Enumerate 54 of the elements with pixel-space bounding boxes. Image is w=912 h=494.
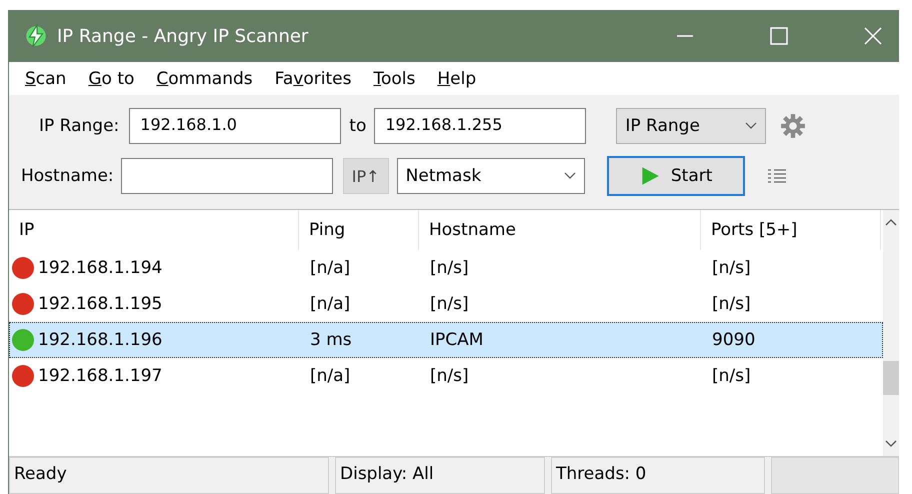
menu-item[interactable]: Scan: [25, 68, 66, 88]
table-cell: 192.168.1.196: [38, 330, 162, 350]
input-field[interactable]: [120, 158, 333, 194]
menu-item[interactable]: Favorites: [274, 68, 352, 88]
window-title: IP Range - Angry IP Scanner: [57, 26, 310, 46]
close-icon[interactable]: [863, 26, 883, 46]
column-header[interactable]: IP: [9, 210, 299, 250]
status-text: Display: All: [335, 457, 545, 494]
table-cell: 9090: [712, 330, 756, 350]
menu-item[interactable]: Commands: [156, 68, 253, 88]
table-cell: [n/s]: [712, 258, 751, 278]
maximize-icon[interactable]: [769, 26, 789, 46]
scroll-down-icon[interactable]: [885, 440, 897, 448]
menu-item[interactable]: Help: [437, 68, 476, 88]
scrollbar[interactable]: [883, 210, 899, 456]
start-button[interactable]: Start: [606, 156, 745, 196]
table-row[interactable]: 192.168.1.196 3 ms IPCAM 9090: [9, 322, 883, 358]
caret-icon: [745, 122, 758, 130]
scroll-up-icon[interactable]: [885, 218, 897, 226]
status-text: Ready: [9, 457, 329, 494]
column-header[interactable]: Ports [5+]: [701, 210, 881, 250]
field-label: to: [349, 116, 366, 136]
input-field[interactable]: 192.168.1.255: [374, 108, 586, 144]
list-icon[interactable]: [766, 168, 787, 184]
table-cell: [n/a]: [310, 294, 350, 314]
caret-icon: [564, 172, 576, 180]
table-cell: [n/s]: [430, 258, 469, 278]
table-row[interactable]: 192.168.1.197 [n/a] [n/s] [n/s]: [9, 358, 883, 394]
dropdown[interactable]: IP Range: [616, 108, 766, 144]
table-cell: [n/s]: [712, 366, 751, 386]
sort-button[interactable]: IP↑: [342, 158, 389, 194]
settings-icon[interactable]: [780, 113, 806, 139]
status-text: Threads: 0: [551, 457, 765, 494]
table-cell: IPCAM: [430, 330, 484, 350]
dropdown[interactable]: Netmask: [396, 158, 585, 194]
table-cell: 192.168.1.197: [38, 366, 162, 386]
column-header[interactable]: Hostname: [419, 210, 701, 250]
table-cell: [n/s]: [430, 294, 469, 314]
table-row[interactable]: 192.168.1.194 [n/a] [n/s] [n/s]: [9, 250, 883, 286]
table-cell: 192.168.1.195: [38, 294, 162, 314]
table-cell: [n/a]: [310, 366, 350, 386]
input-field[interactable]: 192.168.1.0: [129, 108, 342, 144]
table-row[interactable]: 192.168.1.195 [n/a] [n/s] [n/s]: [9, 286, 883, 322]
menu-item[interactable]: Go to: [88, 68, 134, 88]
column-header[interactable]: Ping: [299, 210, 419, 250]
table-cell: 3 ms: [310, 330, 352, 350]
menu-item[interactable]: Tools: [373, 68, 416, 88]
field-label: Hostname:: [21, 166, 114, 186]
table-cell: 192.168.1.194: [38, 258, 162, 278]
scroll-thumb[interactable]: [883, 361, 899, 395]
table-cell: [n/s]: [430, 366, 469, 386]
table-cell: [n/s]: [712, 294, 751, 314]
field-label: IP Range:: [39, 116, 120, 136]
table-cell: [n/a]: [310, 258, 350, 278]
